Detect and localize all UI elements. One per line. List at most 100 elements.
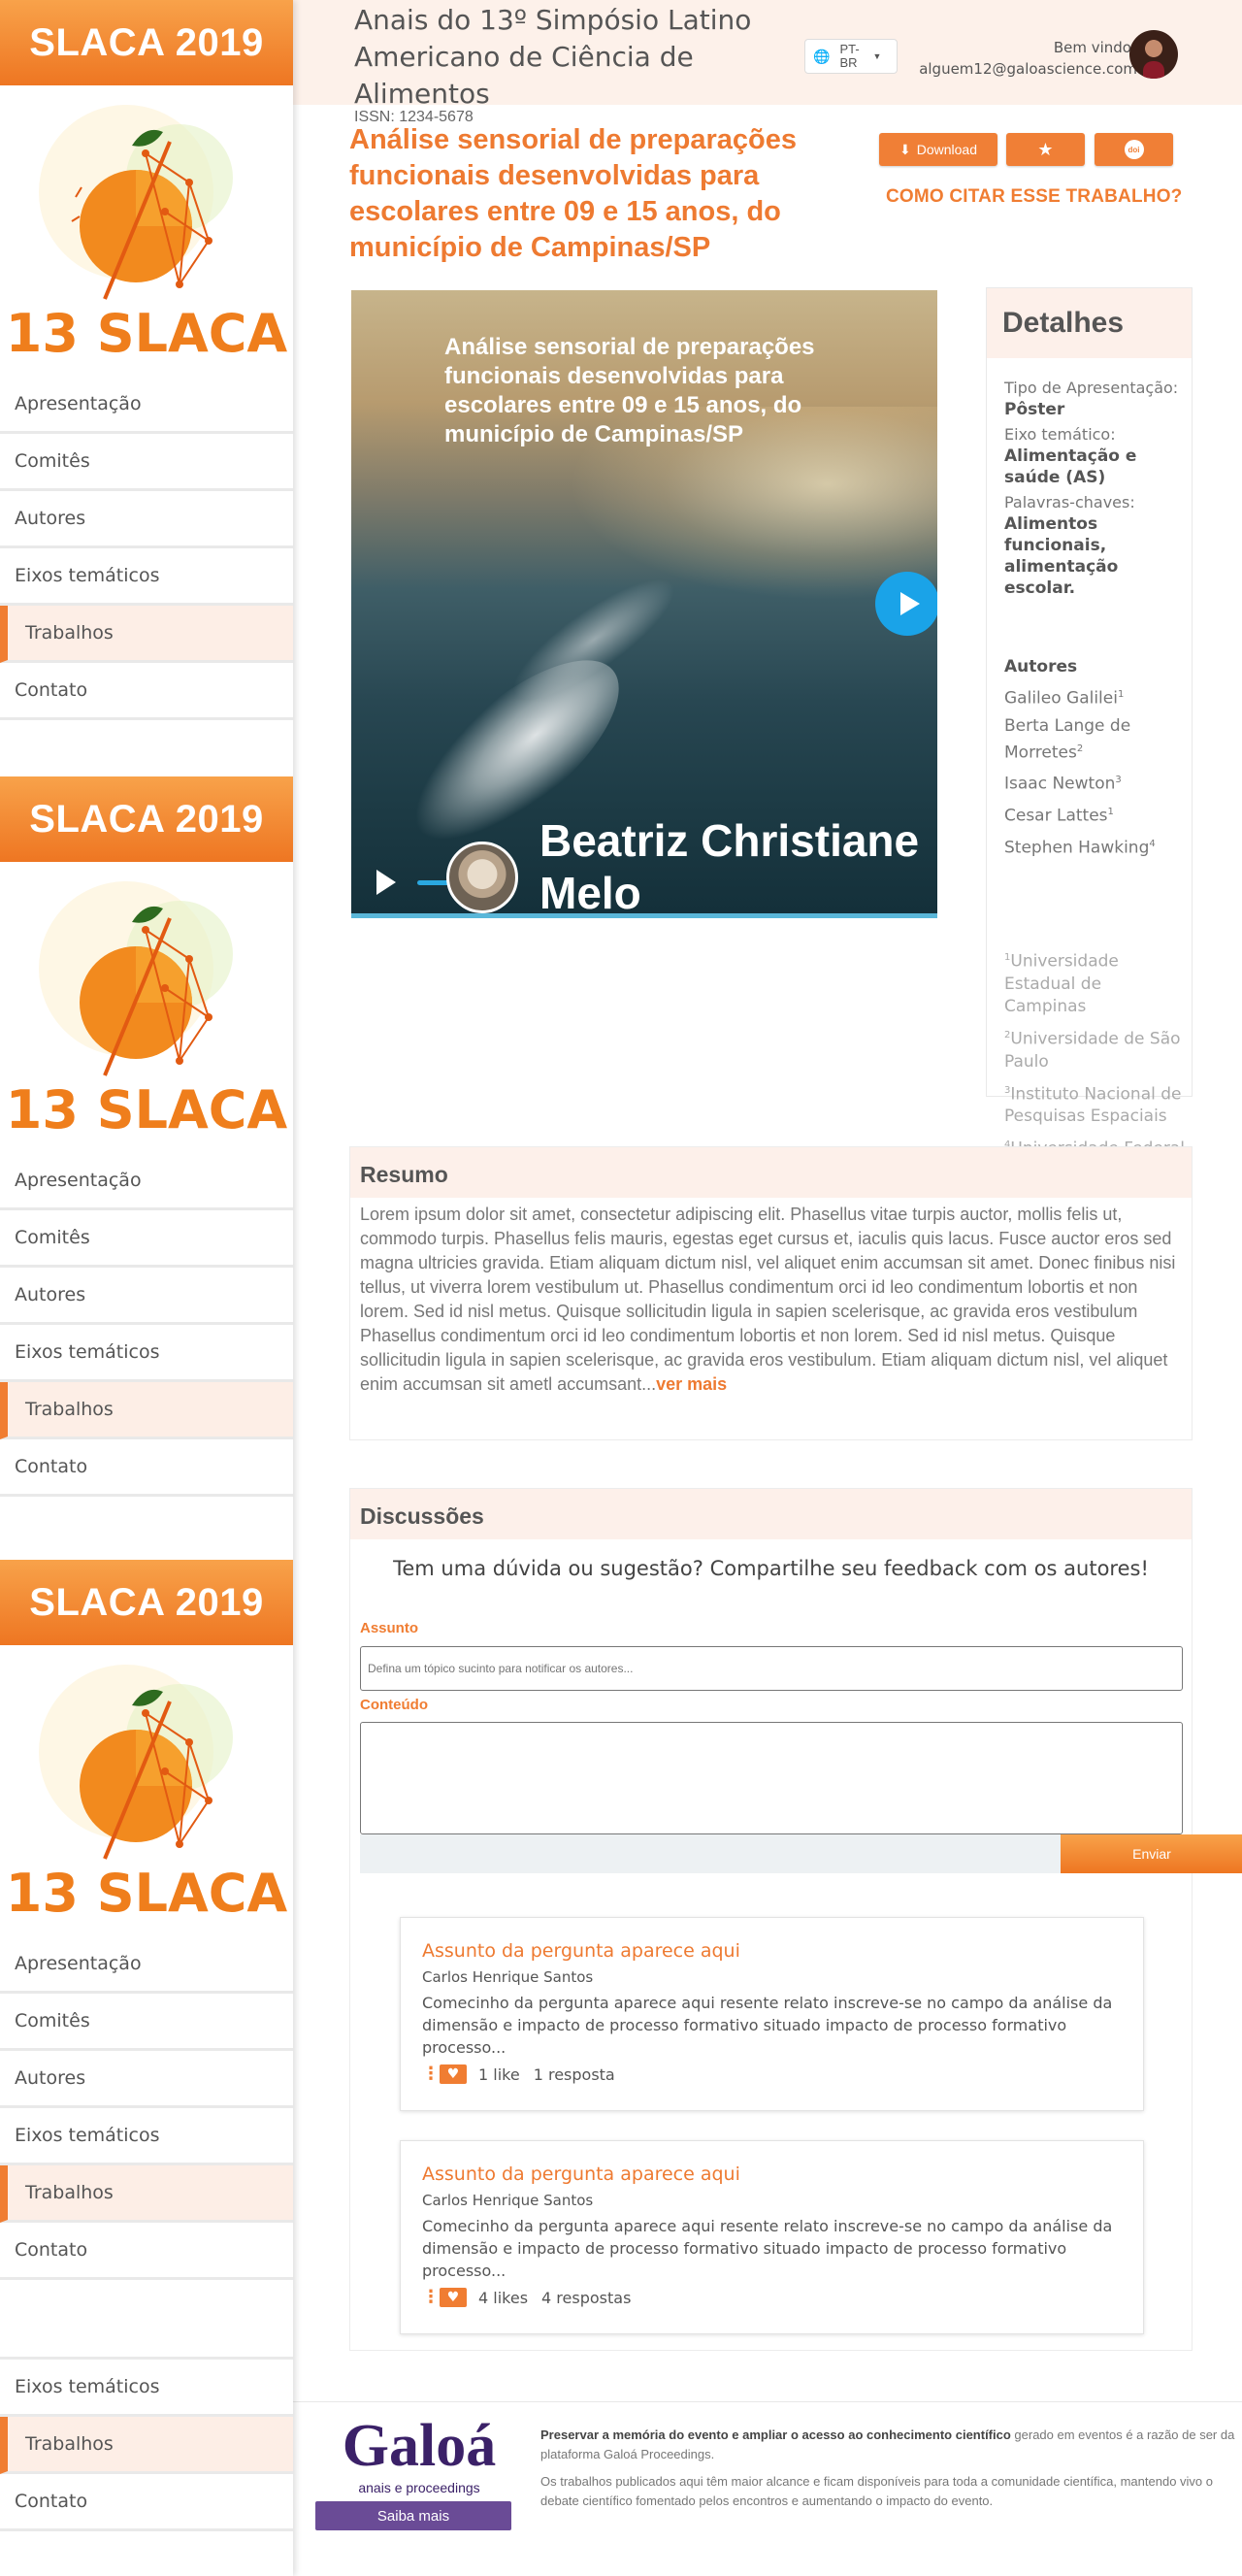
slaca-logo[interactable]: 13 SLACA xyxy=(0,862,293,1153)
sidebar-item-eixos-tematicos[interactable]: Eixos temáticos xyxy=(0,548,293,606)
orange-logo-icon: 13 SLACA xyxy=(6,105,287,364)
galoa-tagline: anais e proceedings xyxy=(358,2480,480,2495)
author-item[interactable]: Galileo Galilei1 xyxy=(1004,683,1188,710)
sidebar-item-contato[interactable]: Contato xyxy=(0,663,293,720)
more-options-icon[interactable]: ⋮ xyxy=(422,2065,440,2083)
abstract-text: Lorem ipsum dolor sit amet, consectetur … xyxy=(360,1205,1176,1394)
language-selector[interactable]: 🌐 PT-BR ▼ xyxy=(804,39,898,74)
replies-count[interactable]: 1 resposta xyxy=(534,2065,615,2084)
top-header: Anais do 13º Simpósio Latino Americano d… xyxy=(293,0,1242,110)
subject-input[interactable] xyxy=(360,1646,1183,1691)
slaca-logo[interactable]: 13 SLACA xyxy=(0,1645,293,1936)
doi-button[interactable]: doi xyxy=(1095,133,1173,166)
abstract-heading: Resumo xyxy=(350,1147,1192,1198)
learn-more-button[interactable]: Saiba mais xyxy=(315,2501,511,2530)
discussions-section: Discussões Tem uma dúvida ou sugestão? C… xyxy=(349,1488,1242,2351)
heart-icon[interactable]: ♥ xyxy=(440,2288,467,2307)
keywords-value: Alimentos funcionais, alimentação escola… xyxy=(1004,514,1119,598)
details-heading: Detalhes xyxy=(987,288,1192,358)
affiliation-item: 2Universidade de São Paulo xyxy=(1004,1029,1181,1072)
galoa-logo[interactable]: Galoá xyxy=(322,2414,516,2478)
cite-link[interactable]: COMO CITAR ESSE TRABALHO? xyxy=(886,186,1182,208)
play-control-icon[interactable] xyxy=(376,870,396,895)
sidebar-item-trabalhos[interactable]: Trabalhos xyxy=(0,2165,293,2223)
sidebar-item-comites[interactable]: Comitês xyxy=(0,434,293,491)
sidebar-nav: Apresentação Comitês Autores Eixos temát… xyxy=(0,1153,293,1497)
sidebar-nav: Apresentação Comitês Autores Eixos temát… xyxy=(0,377,293,720)
authors-heading: Autores xyxy=(1004,657,1078,677)
video-player[interactable]: Análise sensorial de preparações funcion… xyxy=(351,290,937,918)
sidebar-item-trabalhos[interactable]: Trabalhos xyxy=(0,1382,293,1439)
orange-logo-icon: 13 SLACA xyxy=(6,881,288,1140)
question-title[interactable]: Assunto da pergunta aparece aqui xyxy=(422,2163,1122,2186)
page-root: SLACA 2019 13 SLACA Apresentação Comitês… xyxy=(0,0,1242,2576)
sidebar-item-comites[interactable]: Comitês xyxy=(0,1210,293,1268)
event-title[interactable]: Anais do 13º Simpósio Latino Americano d… xyxy=(354,2,762,113)
discussions-heading: Discussões xyxy=(350,1489,1192,1539)
question-card[interactable]: Assunto da pergunta aparece aqui Carlos … xyxy=(400,2140,1144,2334)
send-button[interactable]: Enviar xyxy=(1061,1834,1242,1873)
read-more-link[interactable]: ver mais xyxy=(656,1374,727,1394)
sidebar-banner: SLACA 2019 xyxy=(0,1560,293,1645)
question-author: Carlos Henrique Santos xyxy=(422,2192,594,2209)
download-label: Download xyxy=(916,142,977,157)
logo-text: 13 SLACA xyxy=(6,1079,288,1140)
footer: Galoá anais e proceedings Saiba mais Pre… xyxy=(293,2401,1242,2576)
sidebar-item-autores[interactable]: Autores xyxy=(0,1268,293,1325)
sidebar-tail: Eixos temáticos Trabalhos Contato xyxy=(0,2357,293,2531)
abstract-section: Resumo Lorem ipsum dolor sit amet, conse… xyxy=(349,1146,1193,1440)
sidebar-item-comites[interactable]: Comitês xyxy=(0,1994,293,2051)
details-panel: Detalhes Tipo de Apresentação: Pôster Ei… xyxy=(986,287,1193,1181)
issn: ISSN: 1234-5678 xyxy=(354,109,474,125)
author-item[interactable]: Berta Lange de Morretes2 xyxy=(1004,715,1188,765)
paper-title: Análise sensorial de preparações funcion… xyxy=(349,124,797,263)
sidebar-item-eixos-tematicos[interactable]: Eixos temáticos xyxy=(0,2108,293,2165)
user-email: alguem12@galoascience.com xyxy=(919,60,1137,78)
sidebar-item-eixos-tematicos[interactable]: Eixos temáticos xyxy=(0,1325,293,1382)
video-title: Análise sensorial de preparações funcion… xyxy=(444,334,815,447)
question-card[interactable]: Assunto da pergunta aparece aqui Carlos … xyxy=(400,1917,1144,2111)
author-item[interactable]: Cesar Lattes1 xyxy=(1004,801,1188,828)
avatar[interactable] xyxy=(1129,30,1178,79)
download-button[interactable]: ⬇ Download xyxy=(879,133,997,166)
question-body: Comecinho da pergunta aparece aqui resen… xyxy=(422,2217,1113,2280)
sidebar-block: SLACA 2019 13 SLACA Apresentação Comitês… xyxy=(0,0,293,720)
discussions-prompt: Tem uma dúvida ou sugestão? Compartilhe … xyxy=(393,1557,1149,1580)
sidebar-item-trabalhos[interactable]: Trabalhos xyxy=(0,606,293,663)
author-item[interactable]: Stephen Hawking4 xyxy=(1004,833,1188,860)
author-item[interactable]: Isaac Newton3 xyxy=(1004,769,1188,796)
replies-count[interactable]: 4 respostas xyxy=(541,2289,631,2307)
doi-icon: doi xyxy=(1124,140,1144,159)
play-icon[interactable] xyxy=(875,572,937,636)
sidebar-item-contato[interactable]: Contato xyxy=(0,2474,293,2531)
footer-paragraph: Preservar a memória do evento e ampliar … xyxy=(540,2427,1235,2461)
sidebar-item-eixos-tematicos[interactable]: Eixos temáticos xyxy=(0,2360,293,2417)
user-greeting: Bem vindo! alguem12@galoascience.com xyxy=(919,37,1137,80)
sidebar-block: SLACA 2019 13 SLACA Apresentação Comitês… xyxy=(0,776,293,1497)
sidebar-item-apresentacao[interactable]: Apresentação xyxy=(0,1936,293,1994)
affiliation-item: 1Universidade Estadual de Campinas xyxy=(1004,951,1119,1016)
favorite-button[interactable]: ★ xyxy=(1006,133,1085,166)
sidebar-item-autores[interactable]: Autores xyxy=(0,491,293,548)
slaca-logo[interactable]: 13 SLACA xyxy=(0,85,293,377)
sidebar-item-trabalhos[interactable]: Trabalhos xyxy=(0,2417,293,2474)
question-body: Comecinho da pergunta aparece aqui resen… xyxy=(422,1994,1113,2057)
question-title[interactable]: Assunto da pergunta aparece aqui xyxy=(422,1939,1122,1963)
caret-down-icon: ▼ xyxy=(872,51,882,61)
language-label: PT-BR xyxy=(839,42,860,70)
sidebar-item-apresentacao[interactable]: Apresentação xyxy=(0,377,293,434)
sidebar-item-autores[interactable]: Autores xyxy=(0,2051,293,2108)
globe-icon: 🌐 xyxy=(813,48,831,64)
orange-logo-icon: 13 SLACA xyxy=(6,1665,288,1924)
heart-icon[interactable]: ♥ xyxy=(440,2064,467,2084)
logo-text: 13 SLACA xyxy=(6,1863,288,1924)
sidebar-item-contato[interactable]: Contato xyxy=(0,1439,293,1497)
sidebar-item-apresentacao[interactable]: Apresentação xyxy=(0,1153,293,1210)
content-textarea[interactable] xyxy=(360,1722,1183,1834)
footer-paragraph: Os trabalhos publicados aqui têm maior a… xyxy=(540,2474,1213,2508)
sidebar-banner: SLACA 2019 xyxy=(0,0,293,85)
sidebar-item-contato[interactable]: Contato xyxy=(0,2223,293,2280)
sidebar: SLACA 2019 13 SLACA Apresentação Comitês… xyxy=(0,0,293,2576)
footer-text: Preservar a memória do evento e ampliar … xyxy=(540,2426,1242,2511)
more-options-icon[interactable]: ⋮ xyxy=(422,2289,440,2306)
